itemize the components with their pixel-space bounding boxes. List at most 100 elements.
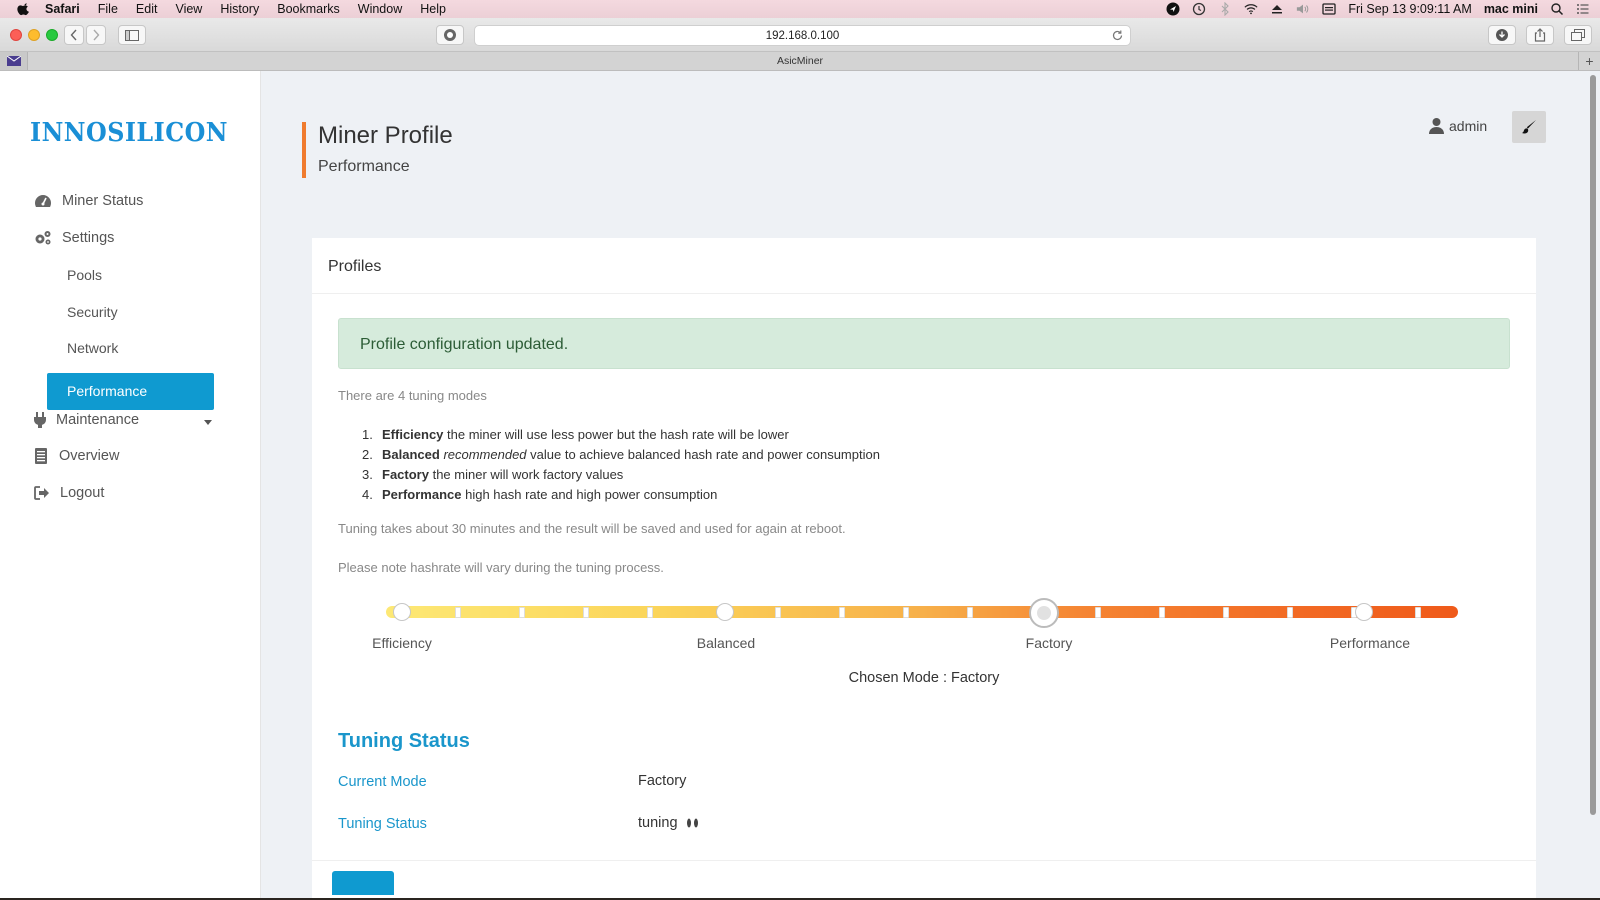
menubar-computer-name[interactable]: mac mini (1484, 2, 1538, 16)
mode-name: Performance (382, 487, 462, 502)
slider-tick[interactable] (1095, 607, 1101, 618)
spotlight-icon[interactable] (1550, 2, 1564, 16)
sidebar-item-logout[interactable]: Logout (34, 485, 104, 501)
download-icon (1496, 29, 1508, 41)
slider-tick[interactable] (1415, 607, 1421, 618)
downloads-button[interactable] (1488, 25, 1516, 45)
tuning-status-label: Tuning Status (338, 816, 427, 832)
list-number: 4. (362, 487, 373, 502)
mode-name: Factory (382, 467, 429, 482)
menubar-clock[interactable]: Fri Sep 13 9:09:11 AM (1348, 2, 1471, 16)
slider-tick[interactable] (775, 607, 781, 618)
eject-icon[interactable] (1270, 2, 1284, 16)
notification-center-icon[interactable] (1576, 2, 1590, 16)
slider-label-performance[interactable]: Performance (1330, 635, 1410, 651)
slider-tick[interactable] (1159, 607, 1165, 618)
slider-knob-performance[interactable] (1355, 603, 1373, 621)
slider-label-factory[interactable]: Factory (1026, 635, 1073, 651)
sidebar-item-pools[interactable]: Pools (67, 267, 102, 283)
slider-tick[interactable] (455, 607, 461, 618)
list-item: 1. Efficiency the miner will use less pow… (362, 425, 880, 445)
list-item: 3. Factory the miner will work factory va… (362, 465, 880, 485)
sign-out-icon (34, 486, 49, 500)
slider-tick[interactable] (583, 607, 589, 618)
sidebar-item-performance[interactable]: Performance (47, 373, 214, 410)
user-icon (1429, 118, 1444, 134)
theme-button[interactable] (1512, 111, 1546, 143)
minimize-window-button[interactable] (28, 29, 40, 41)
menu-view[interactable]: View (175, 2, 202, 16)
sidebar-item-overview[interactable]: Overview (34, 448, 119, 464)
save-button[interactable] (332, 871, 394, 895)
sidebar-item-maintenance[interactable]: Maintenance (34, 412, 139, 428)
menu-history[interactable]: History (220, 2, 259, 16)
privacy-icon (444, 29, 456, 41)
display-icon[interactable] (1322, 2, 1337, 16)
gears-icon (35, 231, 51, 245)
address-bar[interactable]: 192.168.0.100 (474, 25, 1131, 46)
menu-edit[interactable]: Edit (136, 2, 158, 16)
slider-tick[interactable] (647, 607, 653, 618)
slider-tick[interactable] (1223, 607, 1229, 618)
chevron-down-icon[interactable] (204, 420, 212, 425)
browser-toolbar: 192.168.0.100 (0, 18, 1600, 52)
location-icon[interactable] (1166, 2, 1180, 16)
tab-bar: AsicMiner + (0, 52, 1600, 71)
time-machine-icon[interactable] (1192, 2, 1206, 16)
tab-title[interactable]: AsicMiner (0, 55, 1600, 67)
menu-file[interactable]: File (98, 2, 118, 16)
tuning-mode-slider[interactable] (386, 598, 1458, 628)
zoom-window-button[interactable] (46, 29, 58, 41)
slider-track[interactable] (386, 606, 1458, 618)
new-tab-button[interactable]: + (1578, 52, 1600, 70)
list-item: 2. Balanced recommended value to achieve … (362, 445, 880, 465)
slider-tick[interactable] (839, 607, 845, 618)
slider-label-efficiency[interactable]: Efficiency (372, 635, 432, 651)
slider-knob-efficiency[interactable] (393, 603, 411, 621)
card-header: Profiles (312, 238, 1536, 294)
slider-tick[interactable] (1287, 607, 1293, 618)
sidebar-item-miner-status[interactable]: Miner Status (34, 193, 143, 209)
slider-tick[interactable] (519, 607, 525, 618)
sidebar-item-label: Performance (67, 383, 148, 399)
chosen-mode: Chosen Mode : Factory (848, 670, 1000, 686)
modes-intro: There are 4 tuning modes (338, 388, 487, 403)
modes-list: 1. Efficiency the miner will use less pow… (362, 425, 880, 505)
apple-icon[interactable] (17, 2, 31, 16)
volume-icon[interactable] (1296, 2, 1310, 16)
forward-button[interactable] (86, 25, 106, 45)
tabs-overview-button[interactable] (1564, 25, 1592, 45)
menu-help[interactable]: Help (420, 2, 446, 16)
innosilicon-logo[interactable]: INNOSILICON (30, 117, 230, 147)
sidebar-item-network[interactable]: Network (67, 340, 118, 356)
slider-knob-balanced[interactable] (716, 603, 734, 621)
sidebar-item-label: Maintenance (56, 412, 140, 428)
slider-tick[interactable] (967, 607, 973, 618)
mode-desc: value to achieve balanced hash rate and … (526, 447, 880, 462)
user-menu[interactable]: admin (1428, 117, 1487, 134)
paint-brush-icon (1522, 120, 1536, 134)
menu-window[interactable]: Window (358, 2, 402, 16)
menu-bookmarks[interactable]: Bookmarks (277, 2, 340, 16)
mode-name: Efficiency (382, 427, 444, 442)
shield-button[interactable] (436, 25, 464, 45)
slider-tick[interactable] (903, 607, 909, 618)
sidebar-item-label: Settings (62, 230, 115, 246)
sidebar-item-settings[interactable]: Settings (34, 230, 114, 246)
page-scrollbar[interactable] (1590, 75, 1596, 815)
wifi-icon[interactable] (1244, 2, 1258, 16)
slider-knob-factory[interactable] (1029, 598, 1059, 628)
page-title: Miner Profile (318, 122, 453, 149)
reload-icon[interactable] (1111, 29, 1124, 42)
bluetooth-icon[interactable] (1218, 2, 1232, 16)
share-button[interactable] (1526, 25, 1554, 45)
close-window-button[interactable] (10, 29, 22, 41)
slider-label-balanced[interactable]: Balanced (697, 635, 755, 651)
sidebar-item-security[interactable]: Security (67, 304, 118, 320)
back-button[interactable] (64, 25, 84, 45)
card-title: Profiles (328, 258, 382, 275)
dashboard-icon (35, 195, 51, 207)
menu-safari[interactable]: Safari (45, 2, 80, 16)
sidebar-toggle-button[interactable] (118, 25, 146, 45)
sidebar-item-label: Overview (59, 448, 120, 464)
